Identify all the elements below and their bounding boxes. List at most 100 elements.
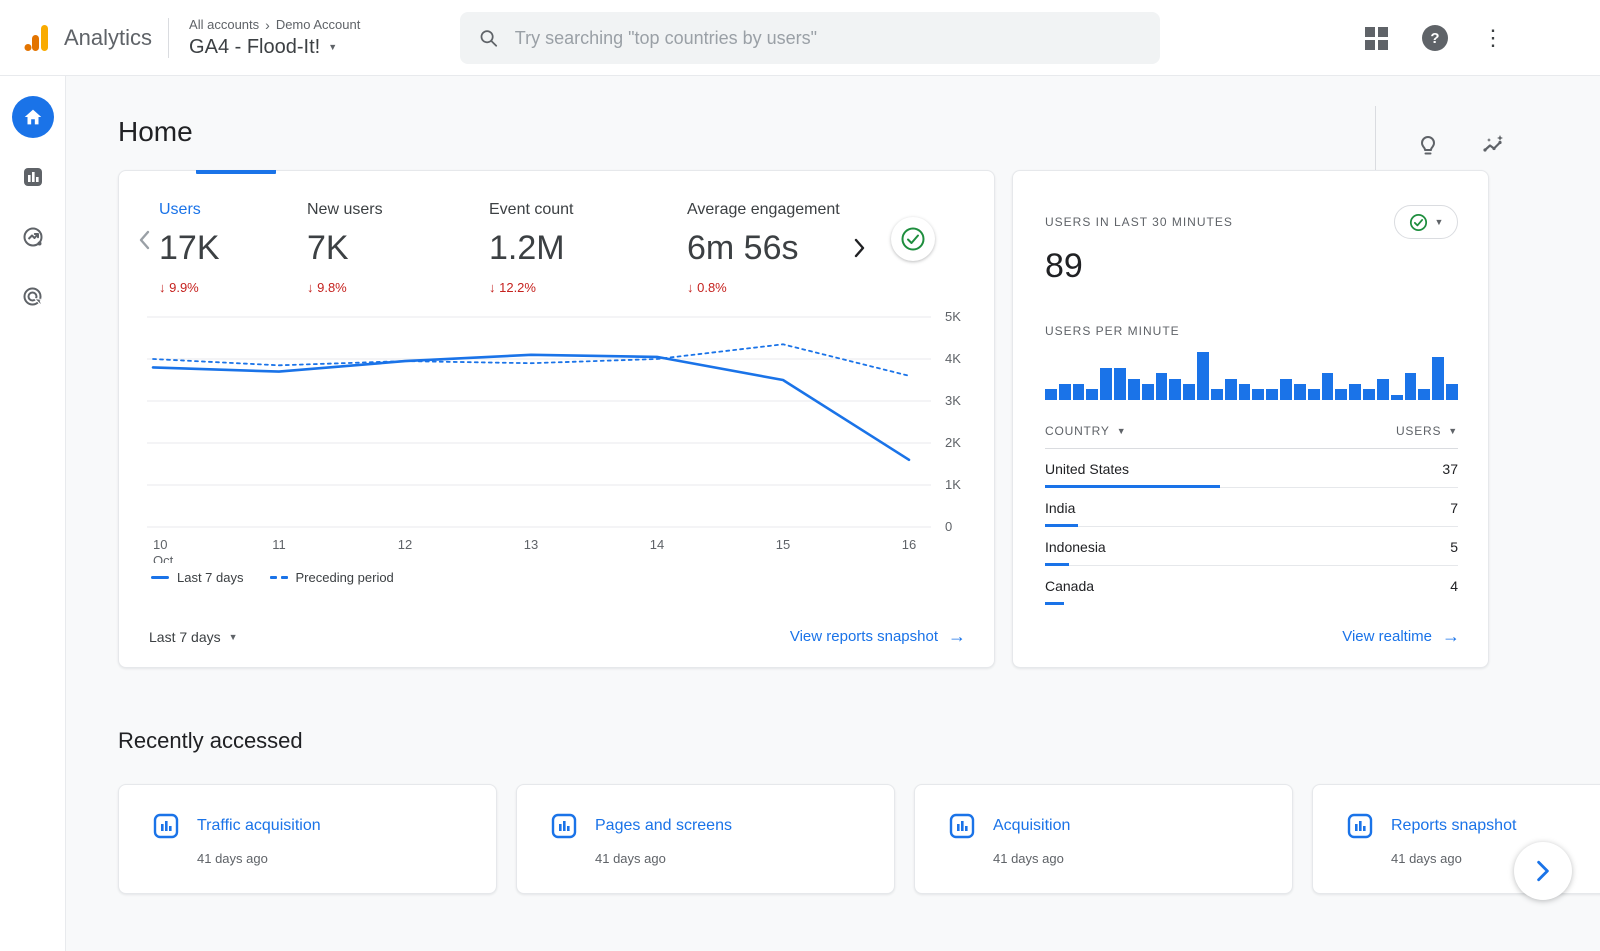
- view-reports-snapshot-label: View reports snapshot: [790, 628, 938, 645]
- account-switcher[interactable]: All accounts › Demo Account GA4 - Flood-…: [189, 17, 360, 59]
- metric-tab-new-users[interactable]: New users 7K ↓ 9.8%: [307, 201, 489, 295]
- svg-text:15: 15: [776, 537, 790, 552]
- users-per-minute-bar: [1045, 389, 1057, 400]
- recent-card-acquisition[interactable]: Acquisition 41 days ago: [914, 784, 1293, 894]
- sidebar-item-explore[interactable]: [12, 216, 54, 258]
- metric-value: 7K: [307, 229, 489, 268]
- users-per-minute-bar: [1156, 373, 1168, 400]
- metric-tab-average-engagement[interactable]: Average engagement 6m 56s ↓ 0.8%: [687, 201, 845, 295]
- report-icon: [551, 813, 577, 839]
- view-realtime-label: View realtime: [1342, 628, 1432, 645]
- active-metric-indicator: [196, 170, 276, 174]
- view-reports-snapshot-link[interactable]: View reports snapshot →: [790, 626, 966, 647]
- breadcrumb-all-accounts[interactable]: All accounts: [189, 17, 259, 32]
- realtime-card-footer: View realtime →: [1342, 626, 1460, 647]
- svg-text:10: 10: [153, 537, 167, 552]
- users-per-minute-bar: [1446, 384, 1458, 400]
- metrics-row: Users 17K ↓ 9.9% New users 7K ↓ 9.8% Eve…: [119, 171, 994, 295]
- overview-card-footer: Last 7 days ▼ View reports snapshot →: [149, 626, 966, 647]
- realtime-status-dropdown[interactable]: ▼: [1394, 205, 1458, 239]
- sidebar-item-reports[interactable]: [12, 156, 54, 198]
- users-per-minute-bar-chart: [1045, 352, 1458, 400]
- metrics-scroll-right-button[interactable]: [845, 237, 875, 259]
- caret-down-icon: ▼: [229, 632, 238, 642]
- country-name: India: [1045, 500, 1075, 516]
- property-name: GA4 - Flood-It!: [189, 36, 320, 59]
- date-range-dropdown[interactable]: Last 7 days ▼: [149, 629, 238, 645]
- country-users-value: 5: [1450, 539, 1458, 555]
- app-header: Analytics All accounts › Demo Account GA…: [0, 0, 1600, 76]
- svg-text:16: 16: [902, 537, 916, 552]
- lightbulb-icon: [1416, 134, 1440, 158]
- sidebar-item-home[interactable]: [12, 96, 54, 138]
- recently-accessed-heading: Recently accessed: [118, 728, 1600, 754]
- country-name: Canada: [1045, 578, 1094, 594]
- users-per-minute-bar: [1418, 389, 1430, 400]
- users-per-minute-bar: [1349, 384, 1361, 400]
- metrics-scroll-left-button[interactable]: [129, 229, 159, 251]
- caret-down-icon: ▼: [1435, 217, 1444, 227]
- diagnostics-grid-icon[interactable]: [1365, 27, 1388, 50]
- recent-card-time: 41 days ago: [993, 851, 1292, 866]
- chevron-left-icon: [137, 229, 151, 251]
- users-per-minute-bar: [1322, 373, 1334, 400]
- solid-line-swatch: [151, 576, 169, 579]
- report-icon: [949, 813, 975, 839]
- metric-tab-users[interactable]: Users 17K ↓ 9.9%: [159, 201, 307, 295]
- more-vert-icon[interactable]: ⋮: [1482, 27, 1504, 49]
- legend-label: Preceding period: [296, 570, 394, 585]
- users-per-minute-bar: [1391, 395, 1403, 400]
- country-users-value: 37: [1442, 461, 1458, 477]
- users-per-minute-bar: [1142, 384, 1154, 400]
- line-chart: 01K2K3K4K5K10111213141516Oct: [135, 307, 994, 568]
- legend-last-7-days: Last 7 days: [151, 570, 244, 585]
- metric-label: Event count: [489, 201, 687, 219]
- metric-label: New users: [307, 201, 489, 219]
- users-per-minute-bar: [1252, 389, 1264, 400]
- metric-delta: ↓ 9.9%: [159, 280, 307, 295]
- realtime-table-header: COUNTRY ▼ USERS ▼: [1045, 424, 1458, 449]
- users-column-header[interactable]: USERS ▼: [1396, 424, 1458, 438]
- data-quality-badge[interactable]: [891, 217, 935, 261]
- country-header-label: COUNTRY: [1045, 424, 1110, 438]
- svg-text:14: 14: [650, 537, 664, 552]
- metric-value: 6m 56s: [687, 229, 845, 268]
- svg-text:5K: 5K: [945, 309, 961, 324]
- arrow-right-icon: →: [1442, 626, 1460, 647]
- realtime-card: USERS IN LAST 30 MINUTES ▼ 89 USERS PER …: [1012, 170, 1489, 668]
- users-per-minute-bar: [1059, 384, 1071, 400]
- recent-scroll-right-button[interactable]: [1514, 842, 1572, 900]
- users-per-minute-bar: [1086, 389, 1098, 400]
- bar-chart-icon: [21, 165, 45, 189]
- help-icon[interactable]: ?: [1422, 25, 1448, 51]
- view-realtime-link[interactable]: View realtime →: [1342, 626, 1460, 647]
- svg-text:2K: 2K: [945, 435, 961, 450]
- report-icon: [1347, 813, 1373, 839]
- recent-card-pages-and-screens[interactable]: Pages and screens 41 days ago: [516, 784, 895, 894]
- breadcrumb-account[interactable]: Demo Account: [276, 17, 361, 32]
- users-per-minute-bar: [1363, 389, 1375, 400]
- sidebar-item-advertising[interactable]: [12, 276, 54, 318]
- recent-card-title: Traffic acquisition: [197, 817, 321, 835]
- property-selector[interactable]: GA4 - Flood-It! ▼: [189, 36, 360, 59]
- reports-snapshot-card: Users 17K ↓ 9.9% New users 7K ↓ 9.8% Eve…: [118, 170, 995, 668]
- insights-trend-button[interactable]: [1474, 126, 1514, 166]
- search-icon: [478, 27, 499, 49]
- insights-lightbulb-button[interactable]: [1408, 126, 1448, 166]
- metric-tab-event-count[interactable]: Event count 1.2M ↓ 12.2%: [489, 201, 687, 295]
- search-input[interactable]: [515, 28, 1142, 49]
- country-users-value: 7: [1450, 500, 1458, 516]
- analytics-logo[interactable]: Analytics: [0, 23, 152, 53]
- search-bar[interactable]: [460, 12, 1160, 64]
- svg-text:1K: 1K: [945, 477, 961, 492]
- users-per-minute-bar: [1405, 373, 1417, 400]
- recent-card-traffic-acquisition[interactable]: Traffic acquisition 41 days ago: [118, 784, 497, 894]
- realtime-title: USERS IN LAST 30 MINUTES: [1045, 215, 1233, 229]
- header-divider: [168, 18, 169, 58]
- country-column-header[interactable]: COUNTRY ▼: [1045, 424, 1126, 438]
- country-name: United States: [1045, 461, 1129, 477]
- users-per-minute-bar: [1377, 379, 1389, 400]
- recent-card-title: Reports snapshot: [1391, 817, 1516, 835]
- users-per-minute-bar: [1308, 389, 1320, 400]
- chevron-right-icon: ›: [265, 17, 270, 33]
